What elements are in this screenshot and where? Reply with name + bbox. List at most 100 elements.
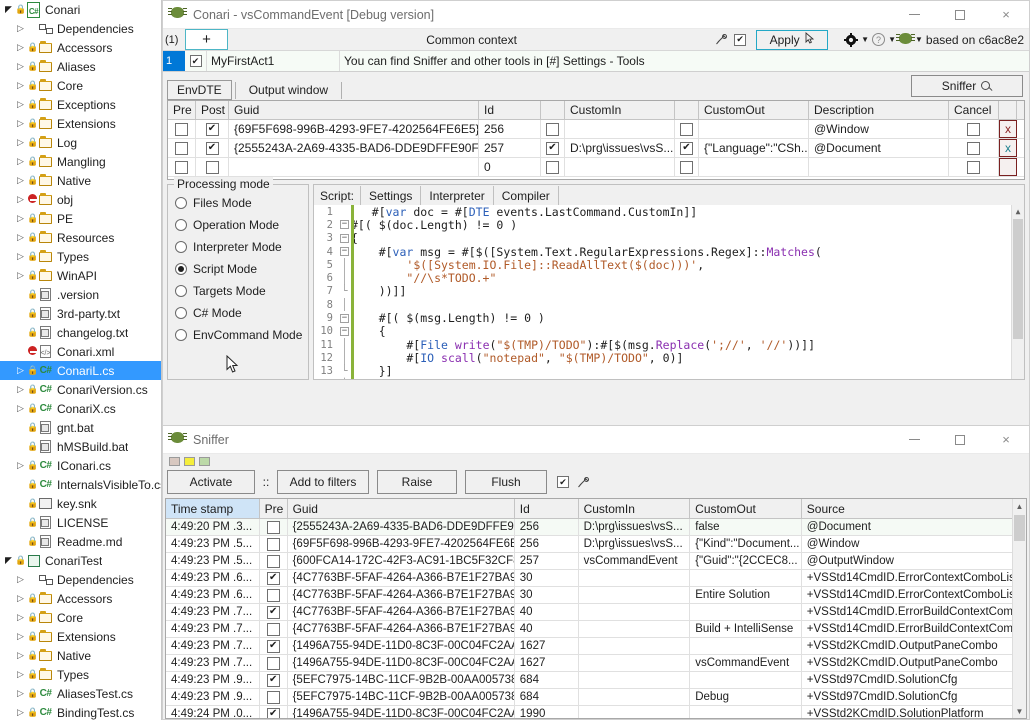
guid-cell[interactable]: {69F5F698-996B-4293-9FE7-4202564FE6E5} (288, 536, 515, 552)
tree-expander[interactable]: ▷ (14, 233, 27, 242)
customin-cell[interactable] (579, 604, 691, 620)
customout-cell[interactable]: {"Guid":"{2CCEC8... (690, 553, 802, 569)
tree-item-version[interactable]: 🔒.version (0, 285, 161, 304)
pin-checkbox[interactable] (734, 34, 746, 46)
tree-expander[interactable]: ▷ (14, 43, 27, 52)
timestamp-cell[interactable]: 4:49:23 PM .7... (166, 655, 260, 671)
radio-files-mode[interactable]: Files Mode (168, 193, 308, 213)
action-enabled-checkbox[interactable] (185, 51, 207, 71)
customout-cell[interactable]: Entire Solution (690, 587, 802, 603)
tree-expander[interactable]: ▷ (14, 24, 27, 33)
id-cell[interactable]: 684 (515, 689, 579, 705)
help-dropdown-icon[interactable]: ▼ (888, 35, 896, 44)
tree-item-internalsvisibleto-cs[interactable]: 🔒C#InternalsVisibleTo.cs (0, 475, 161, 494)
solution-explorer-panel[interactable]: ◤🔒C#Conari▷Dependencies▷🔒Accessors▷🔒Alia… (0, 0, 162, 720)
pre-checkbox[interactable] (260, 536, 288, 552)
customout-checkbox[interactable] (675, 120, 699, 138)
guid-cell[interactable]: {69F5F698-996B-4293-9FE7-4202564FE6E5} (229, 120, 479, 138)
timestamp-cell[interactable]: 4:49:23 PM .7... (166, 621, 260, 637)
tree-item-3rd-party-txt[interactable]: 🔒3rd-party.txt (0, 304, 161, 323)
tree-expander[interactable]: ▷ (14, 100, 27, 109)
tree-item-types[interactable]: ▷🔒Types (0, 247, 161, 266)
tree-item-conari-xml[interactable]: </>Conari.xml (0, 342, 161, 361)
guid-cell[interactable]: {5EFC7975-14BC-11CF-9B2B-00AA00573819} (288, 672, 515, 688)
tree-expander[interactable]: ▷ (14, 176, 27, 185)
customout-cell[interactable]: vsCommandEvent (690, 655, 802, 671)
events-col-delete[interactable] (999, 101, 1017, 119)
radio-c-mode[interactable]: C# Mode (168, 303, 308, 323)
raise-button[interactable]: Raise (377, 470, 457, 494)
id-cell[interactable]: 257 (515, 553, 579, 569)
tree-expander[interactable]: ▷ (14, 138, 27, 147)
tree-item-changelog-txt[interactable]: 🔒changelog.txt (0, 323, 161, 342)
tab-output-window[interactable]: Output window (239, 80, 338, 100)
fold-marker[interactable] (338, 338, 351, 351)
timestamp-cell[interactable]: 4:49:23 PM .9... (166, 689, 260, 705)
pin-icon[interactable] (715, 33, 728, 46)
tree-item-winapi[interactable]: ▷🔒WinAPI (0, 266, 161, 285)
source-cell[interactable]: +VSStd97CmdID.SolutionCfg (802, 689, 1026, 705)
tree-expander[interactable]: ◤ (2, 556, 15, 565)
tree-item-dependencies[interactable]: ▷Dependencies (0, 570, 161, 589)
scroll-thumb[interactable] (1013, 219, 1023, 339)
sniffer-scroll-up-icon[interactable]: ▲ (1013, 499, 1026, 513)
tree-item-dependencies[interactable]: ▷Dependencies (0, 19, 161, 38)
fold-marker[interactable] (338, 298, 351, 311)
pre-checkbox[interactable] (260, 655, 288, 671)
tree-expander[interactable]: ◤ (2, 5, 15, 14)
gear-icon[interactable] (844, 33, 858, 47)
timestamp-cell[interactable]: 4:49:23 PM .5... (166, 536, 260, 552)
add-context-button[interactable]: + (185, 29, 228, 50)
customout-cell[interactable] (699, 120, 809, 138)
gear-dropdown-icon[interactable]: ▼ (861, 35, 869, 44)
events-col-cancel[interactable]: Cancel (949, 101, 999, 119)
events-col-pre[interactable]: Pre (168, 101, 196, 119)
tree-item-gnt-bat[interactable]: 🔒gnt.bat (0, 418, 161, 437)
customout-cell[interactable]: Build + IntelliSense (690, 621, 802, 637)
tree-item-mangling[interactable]: ▷🔒Mangling (0, 152, 161, 171)
description-cell[interactable]: @Document (809, 139, 949, 157)
pre-checkbox[interactable] (260, 587, 288, 603)
tree-item-hmsbuild-bat[interactable]: 🔒hMSBuild.bat (0, 437, 161, 456)
sniffer-pin-icon[interactable] (577, 476, 590, 489)
radio-targets-mode[interactable]: Targets Mode (168, 281, 308, 301)
source-cell[interactable]: @OutputWindow (802, 553, 1026, 569)
customin-cell[interactable] (579, 570, 691, 586)
customin-cell[interactable] (565, 120, 675, 138)
guid-cell[interactable]: {2555243A-2A69-4335-BAD6-DDE9DFFE90F2} (229, 139, 479, 157)
pre-checkbox[interactable] (260, 553, 288, 569)
radio-indicator[interactable] (175, 197, 187, 209)
id-cell[interactable]: 684 (515, 672, 579, 688)
tab-envdte[interactable]: EnvDTE (167, 80, 232, 100)
events-grid-row[interactable]: {2555243A-2A69-4335-BAD6-DDE9DFFE90F2}25… (168, 139, 1024, 158)
tree-expander[interactable]: ▷ (14, 62, 27, 71)
source-cell[interactable]: +VSStd97CmdID.SolutionCfg (802, 672, 1026, 688)
events-col-post[interactable]: Post (196, 101, 229, 119)
tree-expander[interactable]: ▷ (14, 613, 27, 622)
timestamp-cell[interactable]: 4:49:24 PM .0... (166, 706, 260, 719)
timestamp-cell[interactable]: 4:49:23 PM .9... (166, 672, 260, 688)
tree-item-conari[interactable]: ◤🔒C#Conari (0, 0, 161, 19)
customout-checkbox[interactable] (675, 158, 699, 176)
events-col-id[interactable]: Id (479, 101, 541, 119)
delete-button[interactable] (999, 158, 1017, 176)
guid-cell[interactable]: {600FCA14-172C-42F3-AC91-1BC5F32CF896} (288, 553, 515, 569)
customout-cell[interactable]: {"Kind":"Document... (690, 536, 802, 552)
timestamp-cell[interactable]: 4:49:23 PM .5... (166, 553, 260, 569)
tree-item-core[interactable]: ▷🔒Core (0, 608, 161, 627)
customin-cell[interactable] (579, 706, 691, 719)
sniffer-close-button[interactable]: × (983, 426, 1029, 454)
id-cell[interactable]: 256 (479, 120, 541, 138)
tree-expander[interactable]: ▷ (14, 252, 27, 261)
pre-checkbox[interactable] (260, 638, 288, 654)
sniffer-grid-row[interactable]: 4:49:23 PM .9... {5EFC7975-14BC-11CF-9B2B… (166, 672, 1026, 689)
guid-cell[interactable]: {4C7763BF-5FAF-4264-A366-B7E1F27BA958} (288, 587, 515, 603)
guid-cell[interactable]: {1496A755-94DE-11D0-8C3F-00C04FC2AAE2} (288, 655, 515, 671)
tree-item-native[interactable]: ▷🔒Native (0, 646, 161, 665)
tree-expander[interactable]: ▷ (14, 404, 27, 413)
tree-expander[interactable]: ▷ (14, 575, 27, 584)
id-cell[interactable]: 0 (479, 158, 541, 176)
tree-item-conariversion-cs[interactable]: ▷🔒C#ConariVersion.cs (0, 380, 161, 399)
source-cell[interactable]: +VSStd2KCmdID.OutputPaneCombo (802, 638, 1026, 654)
radio-interpreter-mode[interactable]: Interpreter Mode (168, 237, 308, 257)
